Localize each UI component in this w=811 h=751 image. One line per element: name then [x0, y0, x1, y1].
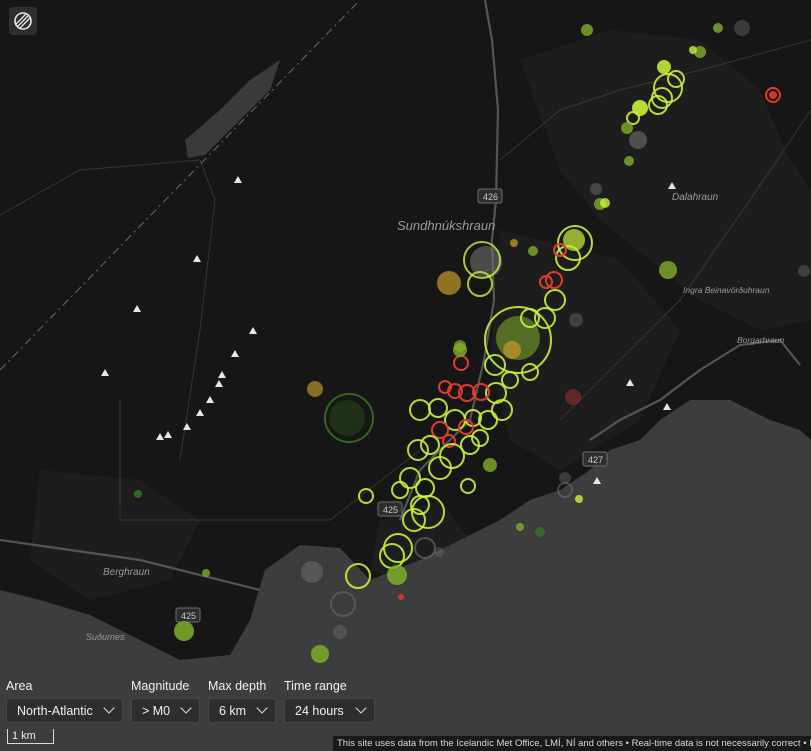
- earthquake-marker[interactable]: [581, 24, 593, 36]
- magnitude-filter: Magnitude > M0: [131, 679, 200, 723]
- time-range-label: Time range: [284, 679, 347, 693]
- earthquake-marker[interactable]: [311, 645, 329, 663]
- area-select[interactable]: North-Atlantic: [6, 698, 123, 723]
- earthquake-marker[interactable]: [134, 490, 142, 498]
- max-depth-label: Max depth: [208, 679, 267, 693]
- earthquake-marker[interactable]: [769, 91, 777, 99]
- earthquake-map[interactable]: Sundhnúkshraun Dalahraun Ingra Beinavörð…: [0, 0, 811, 751]
- road-badge-425-b: 425: [175, 607, 201, 623]
- earthquake-marker[interactable]: [621, 122, 633, 134]
- earthquake-marker[interactable]: [307, 381, 323, 397]
- place-label-borgarhraun: Borgarhraun: [737, 335, 785, 345]
- area-value: North-Atlantic: [17, 703, 93, 718]
- earthquake-marker[interactable]: [713, 23, 723, 33]
- earthquake-marker[interactable]: [659, 261, 677, 279]
- time-range-value: 24 hours: [295, 703, 344, 718]
- magnitude-label: Magnitude: [131, 679, 190, 693]
- chevron-down-icon: [180, 702, 192, 714]
- earthquake-marker[interactable]: [689, 46, 697, 54]
- chevron-down-icon: [355, 702, 367, 714]
- earthquake-marker[interactable]: [329, 400, 365, 436]
- vedur-logo-icon[interactable]: [9, 7, 37, 35]
- place-label-sudurnes: Suðurnes: [86, 632, 125, 642]
- area-filter: Area North-Atlantic: [6, 679, 123, 723]
- svg-text:425: 425: [181, 611, 196, 621]
- svg-text:426: 426: [483, 192, 498, 202]
- earthquake-marker[interactable]: [798, 265, 810, 277]
- chevron-down-icon: [103, 702, 115, 714]
- road-badge-426: 426: [477, 188, 503, 204]
- earthquake-marker[interactable]: [569, 313, 583, 327]
- magnitude-value: > M0: [142, 703, 171, 718]
- logo-mark: [14, 12, 32, 30]
- earthquake-marker[interactable]: [398, 594, 404, 600]
- time-range-select[interactable]: 24 hours: [284, 698, 375, 723]
- place-label-dalahraun: Dalahraun: [672, 192, 719, 203]
- scale-bar: 1 km: [7, 729, 54, 744]
- earthquake-marker[interactable]: [483, 458, 497, 472]
- earthquake-marker[interactable]: [559, 472, 571, 484]
- place-label-berghraun: Berghraun: [103, 567, 150, 578]
- svg-text:427: 427: [588, 455, 603, 465]
- chevron-down-icon: [256, 702, 268, 714]
- earthquake-marker[interactable]: [657, 60, 671, 74]
- road-badge-427: 427: [582, 451, 608, 467]
- earthquake-marker[interactable]: [629, 131, 647, 149]
- earthquake-marker[interactable]: [516, 523, 524, 531]
- earthquake-marker[interactable]: [600, 198, 610, 208]
- area-label: Area: [6, 679, 33, 693]
- earthquake-marker[interactable]: [434, 547, 444, 557]
- earthquake-marker[interactable]: [528, 246, 538, 256]
- earthquake-marker[interactable]: [734, 20, 750, 36]
- earthquake-marker[interactable]: [454, 340, 466, 352]
- max-depth-filter: Max depth 6 km: [208, 679, 276, 723]
- place-label-ingra-beinavorduhraun: Ingra Beinavörðuhraun: [683, 285, 770, 295]
- road-badge-425-a: 425: [377, 501, 403, 517]
- earthquake-marker[interactable]: [565, 389, 581, 405]
- earthquake-marker[interactable]: [333, 625, 347, 639]
- earthquake-marker[interactable]: [575, 495, 583, 503]
- earthquake-marker[interactable]: [503, 341, 521, 359]
- filter-bar: Area North-Atlantic Magnitude > M0 Max d…: [6, 679, 375, 723]
- earthquake-marker[interactable]: [202, 569, 210, 577]
- earthquake-marker[interactable]: [174, 621, 194, 641]
- svg-text:425: 425: [383, 505, 398, 515]
- earthquake-marker[interactable]: [632, 100, 648, 116]
- max-depth-select[interactable]: 6 km: [208, 698, 276, 723]
- earthquake-marker[interactable]: [301, 561, 323, 583]
- earthquake-marker[interactable]: [510, 239, 518, 247]
- attribution-text: This site uses data from the Icelandic M…: [333, 736, 811, 751]
- earthquake-marker[interactable]: [535, 527, 545, 537]
- place-label-sundhnukshraun: Sundhnúkshraun: [397, 218, 495, 233]
- earthquake-marker[interactable]: [590, 183, 602, 195]
- earthquake-marker[interactable]: [437, 271, 461, 295]
- map-app: Sundhnúkshraun Dalahraun Ingra Beinavörð…: [0, 0, 811, 751]
- earthquake-marker[interactable]: [387, 565, 407, 585]
- earthquake-marker[interactable]: [624, 156, 634, 166]
- max-depth-value: 6 km: [219, 703, 247, 718]
- time-range-filter: Time range 24 hours: [284, 679, 375, 723]
- magnitude-select[interactable]: > M0: [131, 698, 200, 723]
